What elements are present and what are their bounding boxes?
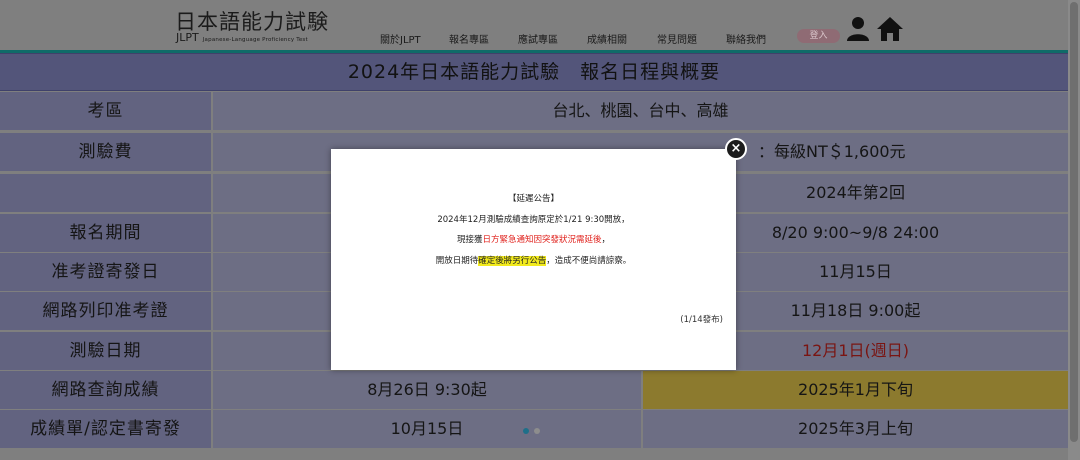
exam-area-value: 台北、桃園、台中、高雄: [213, 92, 1068, 130]
carousel-dot-active[interactable]: [523, 428, 529, 434]
nav-results[interactable]: 成績相關: [587, 31, 627, 46]
exam-date-value: 12月1日(週日): [801, 341, 910, 360]
modal-line-3-post: ，造成不便尚請諒察。: [546, 255, 632, 266]
modal-line-3: 開放日期待確定後將另行公告，造成不便尚請諒察。: [331, 251, 736, 272]
carousel-dot[interactable]: [534, 428, 540, 434]
nav-registration[interactable]: 報名專區: [449, 31, 489, 46]
page-title: 2024年日本語能力試驗 報名日程與概要: [0, 53, 1068, 91]
logo-subtitle: JLPT Japanese-Language Proficiency Test: [176, 31, 308, 44]
nav-exam-info[interactable]: 應試專區: [518, 31, 558, 46]
modal-line-2: 現接獲日方緊急通知因突發狀況需延後，: [331, 230, 736, 251]
home-icon[interactable]: [876, 16, 904, 42]
row-label: 網路查詢成績: [0, 371, 213, 409]
modal-line-2-pre: 現接獲: [456, 235, 483, 245]
row-label: 網路列印准考證: [0, 292, 213, 330]
nav-faq[interactable]: 常見問題: [657, 31, 697, 46]
announcement-modal: 【延遲公告】 2024年12月測驗成績查詢原定於1/21 9:30開放， 現接獲…: [331, 149, 736, 370]
nav-about-jlpt[interactable]: 關於JLPT: [380, 31, 421, 46]
modal-line-3-highlight: 確定後將另行公告: [478, 255, 547, 266]
nav-contact[interactable]: 聯絡我們: [726, 31, 766, 46]
scrollbar-thumb[interactable]: [1070, 2, 1078, 442]
login-button[interactable]: 登入: [797, 29, 840, 43]
row-label: 成績單/認定書寄發: [0, 410, 213, 448]
session-1-value: 8月26日 9:30起: [213, 371, 643, 409]
modal-content: 【延遲公告】 2024年12月測驗成績查詢原定於1/21 9:30開放， 現接獲…: [331, 189, 736, 271]
modal-line-1: 2024年12月測驗成績查詢原定於1/21 9:30開放，: [437, 214, 630, 225]
logo-fullname: Japanese-Language Proficiency Test: [202, 37, 308, 43]
modal-heading: 【延遲公告】: [507, 194, 559, 204]
row-label: 准考證寄發日: [0, 253, 213, 291]
close-icon[interactable]: ×: [725, 138, 747, 160]
session-2-value: 2025年1月下旬: [643, 371, 1068, 409]
carousel-dots: [523, 419, 545, 438]
session-2-value: 2025年3月上旬: [643, 410, 1068, 448]
table-row: 網路查詢成績 8月26日 9:30起 2025年1月下旬: [0, 371, 1068, 409]
row-label: 考區: [0, 92, 213, 130]
table-row: 考區 台北、桃園、台中、高雄: [0, 92, 1068, 130]
session-1-value: 10月15日: [213, 410, 643, 448]
modal-publish-note: (1/14發布): [680, 315, 723, 325]
modal-line-3-pre: 開放日期待: [435, 255, 479, 266]
logo-jlpt: JLPT: [176, 31, 199, 44]
user-icon[interactable]: [846, 16, 870, 42]
row-label: [0, 174, 213, 212]
row-label: 測驗費: [0, 133, 213, 171]
modal-line-2-post: ，: [601, 235, 611, 245]
site-header: 日本語能力試験 JLPT Japanese-Language Proficienc…: [0, 0, 1068, 53]
modal-line-2-red: 日方緊急通知因突發狀況需延後: [482, 235, 602, 245]
row-label: 報名期間: [0, 214, 213, 252]
row-label: 測驗日期: [0, 332, 213, 370]
